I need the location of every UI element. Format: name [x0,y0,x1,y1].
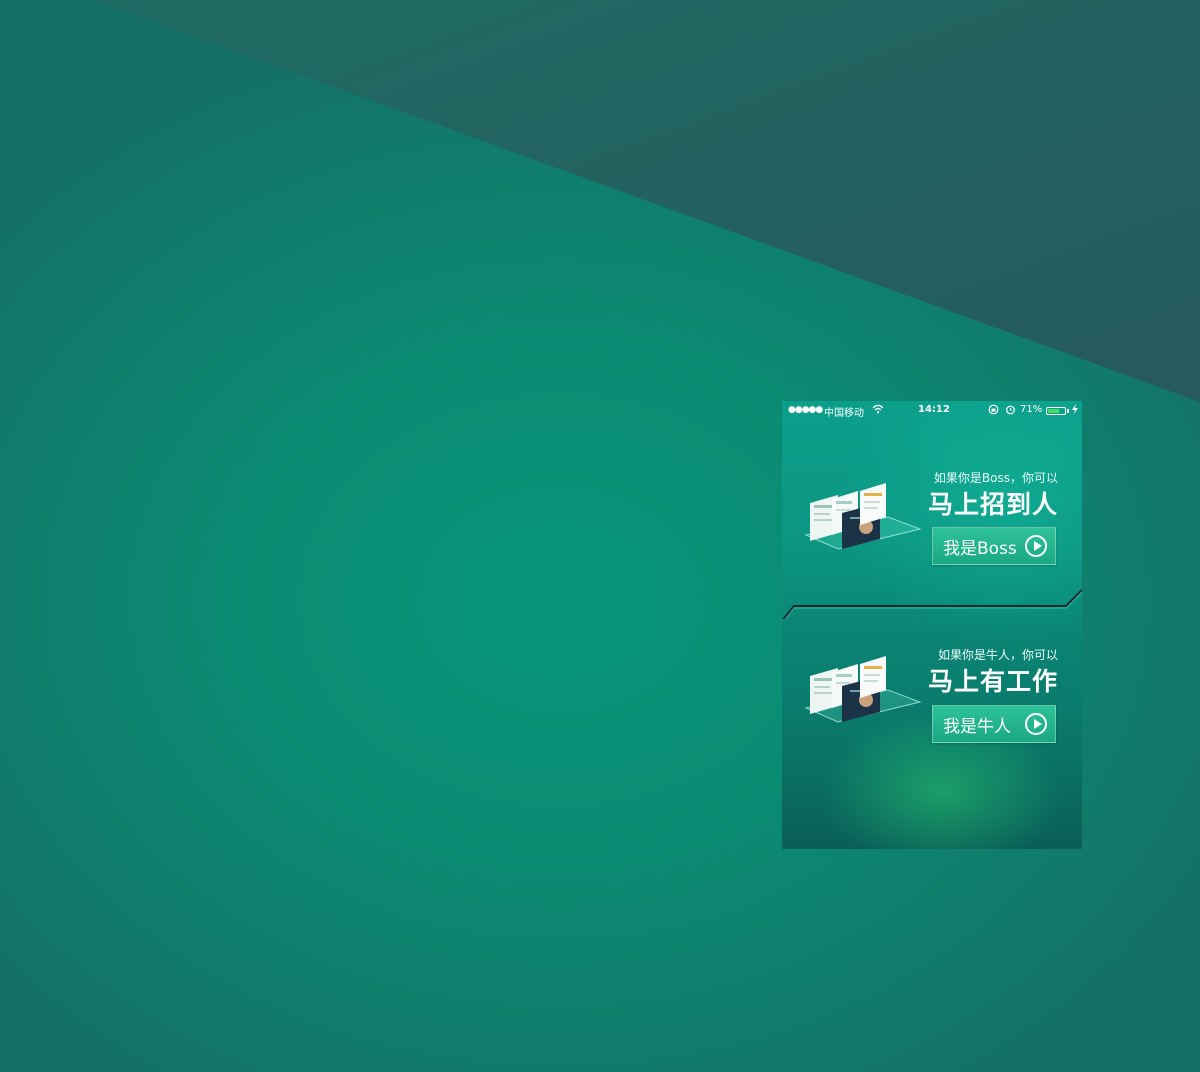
boss-devices-illustration [804,483,922,550]
wifi-icon [872,404,884,417]
status-time: 14:12 [918,404,950,415]
i-am-talent-button[interactable]: 我是牛人 [932,705,1056,743]
talent-headline: 马上有工作 [927,667,1058,696]
talent-devices-illustration [804,656,922,723]
status-bar: ●●●●● 中国移动 14:12 71% [782,401,1082,421]
alarm-icon [1005,404,1016,418]
battery-icon [1046,407,1066,415]
i-am-talent-button-label: 我是牛人 [943,716,1011,737]
talent-section: 如果你是牛人，你可以 马上有工作 我是牛人 [782,606,1082,849]
battery-tip [1067,409,1069,413]
play-icon [1025,535,1047,557]
boss-headline: 马上招到人 [927,490,1058,519]
carrier-label: 中国移动 [824,408,864,419]
battery-percentage: 71% [1020,404,1043,415]
phone-screen: ●●●●● 中国移动 14:12 71% 如果你是Boss，你可以 马上招到人 … [782,401,1082,849]
boss-subtitle: 如果你是Boss，你可以 [933,471,1058,485]
i-am-boss-button-label: 我是Boss [943,538,1017,559]
boss-section: 如果你是Boss，你可以 马上招到人 我是Boss [782,421,1082,606]
play-icon [1025,713,1047,735]
i-am-boss-button[interactable]: 我是Boss [932,527,1056,565]
signal-strength-icon: ●●●●● [788,405,823,415]
charging-icon [1072,404,1078,417]
rotation-lock-icon [988,404,999,418]
battery-level-fill [1048,409,1059,413]
talent-subtitle: 如果你是牛人，你可以 [937,648,1058,662]
